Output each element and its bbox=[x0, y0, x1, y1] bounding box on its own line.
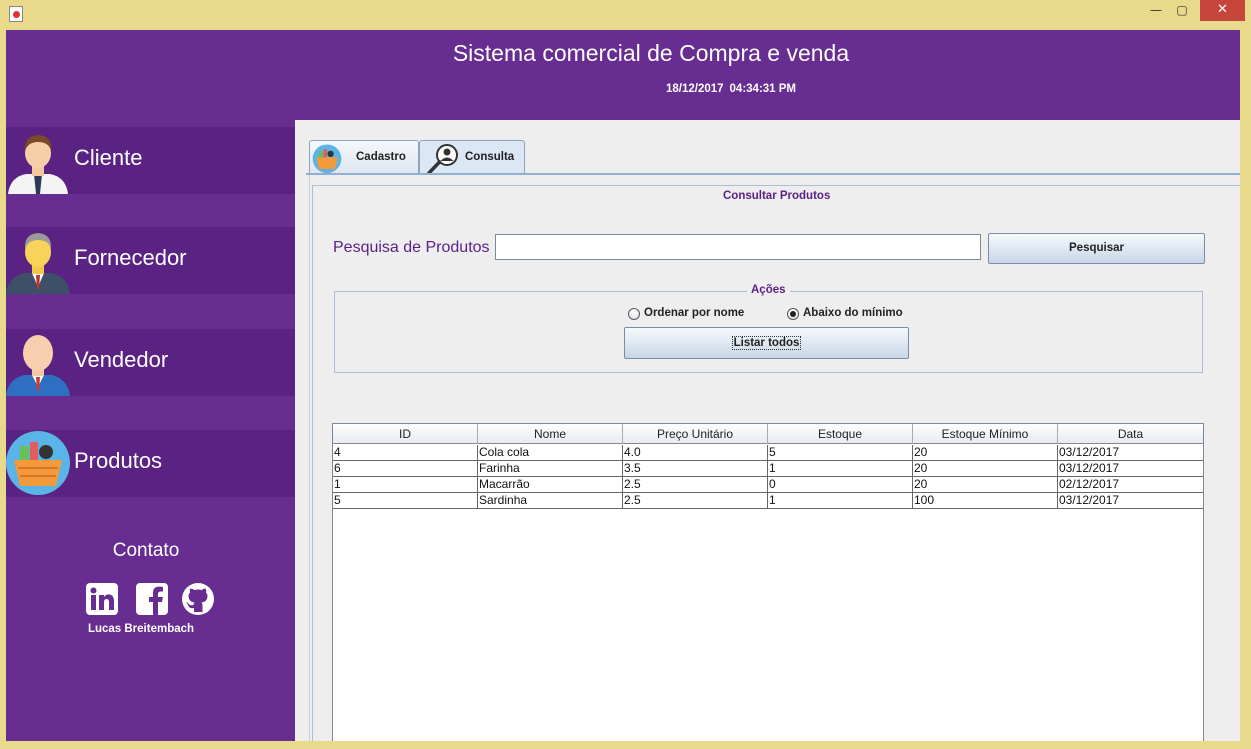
column-header[interactable]: Preço Unitário bbox=[623, 424, 768, 444]
sidebar-item-label: Fornecedor bbox=[74, 245, 187, 270]
table-cell[interactable]: 100 bbox=[913, 493, 1058, 508]
table-cell[interactable]: 20 bbox=[913, 445, 1058, 460]
contact-title: Contato bbox=[112, 540, 180, 561]
header: Sistema comercial de Compra e venda 18/1… bbox=[6, 30, 1240, 120]
table-row[interactable]: 6 Farinha 3.5 1 20 03/12/2017 bbox=[333, 461, 1203, 477]
table-cell[interactable]: 03/12/2017 bbox=[1058, 445, 1203, 460]
radio-label: Ordenar por nome bbox=[644, 307, 745, 319]
table-cell[interactable]: 02/12/2017 bbox=[1058, 477, 1203, 492]
table-cell[interactable]: 3.5 bbox=[623, 461, 768, 476]
salesman-icon bbox=[6, 335, 70, 396]
sidebar-item-label: Vendedor bbox=[74, 347, 169, 372]
table-cell[interactable]: 2.5 bbox=[623, 493, 768, 508]
search-label: Pesquisa de Produtos bbox=[333, 239, 490, 256]
sidebar-item-label: Produtos bbox=[74, 448, 163, 473]
table-row[interactable]: 4 Cola cola 4.0 5 20 03/12/2017 bbox=[333, 445, 1203, 461]
consulta-panel: Consultar Produtos Pesquisa de Produtos … bbox=[309, 175, 1240, 741]
table-cell[interactable]: 6 bbox=[333, 461, 478, 476]
sidebar-item-produtos[interactable]: Produtos bbox=[6, 430, 295, 497]
list-all-button[interactable]: Listar todos bbox=[624, 327, 909, 359]
linkedin-icon[interactable] bbox=[86, 583, 118, 615]
close-button[interactable]: ✕ bbox=[1200, 0, 1245, 21]
column-header[interactable]: Data bbox=[1058, 424, 1203, 444]
facebook-icon[interactable] bbox=[136, 583, 168, 615]
table-row[interactable]: 1 Macarrão 2.5 0 20 02/12/2017 bbox=[333, 477, 1203, 493]
table-cell[interactable]: 0 bbox=[768, 477, 913, 492]
search-person-icon bbox=[427, 144, 458, 175]
minimize-button[interactable]: — bbox=[1143, 0, 1169, 21]
date-label: 18/12/2017 bbox=[665, 83, 724, 95]
table-cell[interactable]: 4.0 bbox=[623, 445, 768, 460]
table-cell[interactable]: 1 bbox=[333, 477, 478, 492]
table-cell[interactable]: 4 bbox=[333, 445, 478, 460]
maximize-button[interactable]: ▢ bbox=[1169, 0, 1195, 21]
basket-icon bbox=[6, 431, 70, 495]
column-header[interactable]: ID bbox=[333, 424, 478, 444]
panel-title: Consultar Produtos bbox=[719, 190, 835, 202]
table-cell[interactable]: 03/12/2017 bbox=[1058, 493, 1203, 508]
sidebar-item-label: Cliente bbox=[74, 145, 143, 170]
radio-button-selected[interactable] bbox=[787, 308, 799, 320]
actions-title: Ações bbox=[747, 284, 790, 296]
businessman-icon bbox=[8, 135, 68, 194]
gray-haired-man-icon bbox=[6, 233, 70, 294]
app-content: Sistema comercial de Compra e venda 18/1… bbox=[6, 30, 1240, 741]
table-body: 4 Cola cola 4.0 5 20 03/12/2017 6 Farinha 3.5 1 20… bbox=[333, 445, 1203, 509]
app-title: Sistema comercial de Compra e venda bbox=[452, 40, 850, 66]
table-cell[interactable]: 20 bbox=[913, 461, 1058, 476]
java-app-icon bbox=[9, 6, 23, 22]
sidebar-item-vendedor[interactable]: Vendedor bbox=[6, 329, 295, 396]
datetime-display: 18/12/2017 04:34:31 PM bbox=[566, 83, 896, 95]
app-window: — ▢ ✕ Sistema comercial de Compra e vend… bbox=[0, 0, 1251, 749]
tab-consulta[interactable]: Consulta bbox=[419, 140, 525, 176]
time-label: 04:34:31 PM bbox=[729, 83, 797, 95]
sidebar-item-fornecedor[interactable]: Fornecedor bbox=[6, 227, 295, 294]
table-cell[interactable]: Macarrão bbox=[478, 477, 623, 492]
tab-label: Cadastro bbox=[356, 151, 406, 163]
table-header: ID Nome Preço Unitário Estoque Estoque Mínim… bbox=[333, 424, 1203, 444]
table-cell[interactable]: 03/12/2017 bbox=[1058, 461, 1203, 476]
search-input[interactable] bbox=[495, 234, 981, 260]
column-header[interactable]: Nome bbox=[478, 424, 623, 444]
github-icon[interactable] bbox=[182, 583, 214, 615]
title-bar: — ▢ ✕ bbox=[0, 0, 1251, 30]
column-header[interactable]: Estoque bbox=[768, 424, 913, 444]
main-panel: Cadastro Consulta Consultar Produtos Pes… bbox=[295, 120, 1240, 741]
tab-label: Consulta bbox=[465, 151, 515, 163]
table-row[interactable]: 5 Sardinha 2.5 1 100 03/12/2017 bbox=[333, 493, 1203, 509]
products-table[interactable]: ID Nome Preço Unitário Estoque Estoque Mínim… bbox=[332, 423, 1204, 741]
column-header[interactable]: Estoque Mínimo bbox=[913, 424, 1058, 444]
table-cell[interactable]: 5 bbox=[333, 493, 478, 508]
table-cell[interactable]: Farinha bbox=[478, 461, 623, 476]
table-cell[interactable]: 20 bbox=[913, 477, 1058, 492]
table-cell[interactable]: 1 bbox=[768, 493, 913, 508]
author-name: Lucas Breitembach bbox=[87, 623, 195, 635]
radio-button[interactable] bbox=[628, 308, 640, 320]
table-cell[interactable]: Sardinha bbox=[478, 493, 623, 508]
table-cell[interactable]: 1 bbox=[768, 461, 913, 476]
sidebar: Cliente Fornecedor Vendedor Produtos Con… bbox=[6, 120, 295, 741]
radio-label: Abaixo do mínimo bbox=[803, 307, 903, 319]
basket-icon bbox=[312, 144, 342, 174]
list-all-button-label: Listar todos bbox=[731, 336, 802, 350]
table-cell[interactable]: Cola cola bbox=[478, 445, 623, 460]
tab-cadastro[interactable]: Cadastro bbox=[309, 140, 419, 175]
table-cell[interactable]: 5 bbox=[768, 445, 913, 460]
search-button[interactable]: Pesquisar bbox=[988, 233, 1205, 264]
actions-group: Ações Ordenar por nome Abaixo do mínimo … bbox=[334, 284, 1203, 373]
sidebar-item-cliente[interactable]: Cliente bbox=[6, 127, 295, 194]
table-cell[interactable]: 2.5 bbox=[623, 477, 768, 492]
